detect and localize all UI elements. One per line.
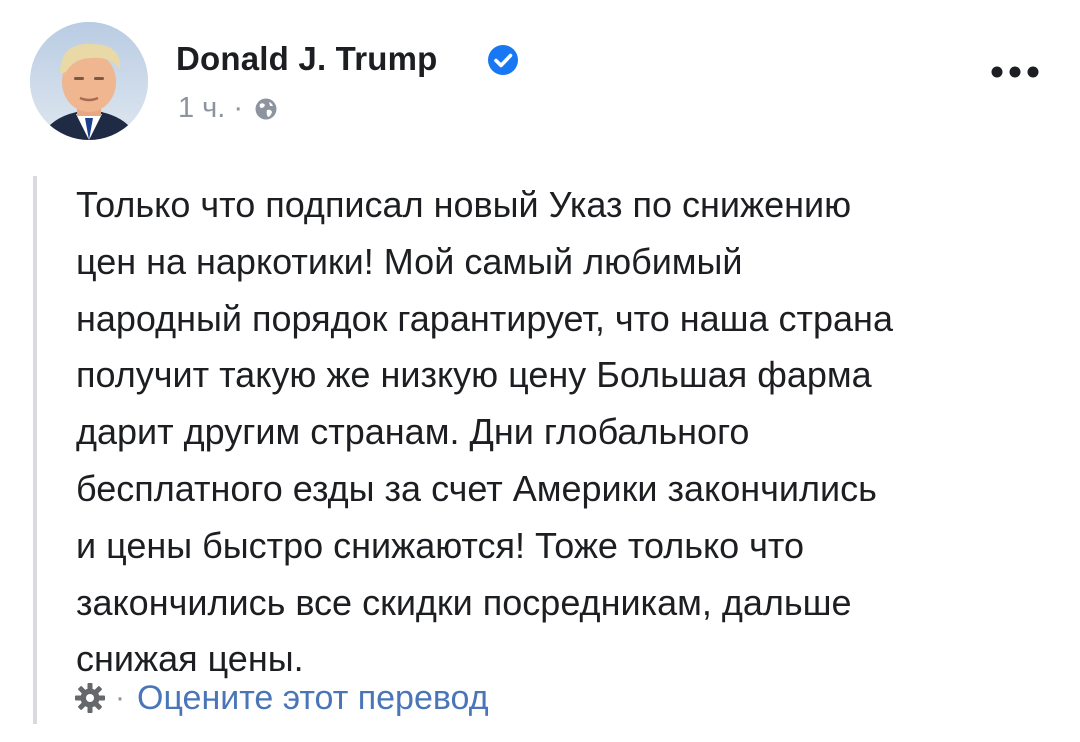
post-header: Donald J. Trump 1 ч. ·: [0, 0, 1080, 160]
rate-translation-link[interactable]: Оцените этот перевод: [137, 679, 489, 718]
translation-quote-bar: [33, 176, 37, 724]
avatar[interactable]: [30, 22, 148, 140]
gear-icon[interactable]: [73, 681, 107, 715]
footer-separator: ·: [115, 681, 125, 714]
more-options-icon[interactable]: [985, 52, 1045, 92]
post-timestamp[interactable]: 1 ч.: [178, 92, 225, 125]
verified-badge-icon: [488, 45, 518, 75]
meta-separator: ·: [233, 92, 244, 124]
author-name[interactable]: Donald J. Trump: [176, 40, 438, 78]
post-meta: 1 ч. ·: [178, 92, 279, 125]
profile-photo: [30, 22, 148, 140]
post-body-text: Только что подписал новый Указ по снижен…: [76, 184, 893, 680]
globe-icon[interactable]: [253, 96, 279, 122]
translation-footer: · Оцените этот перевод: [73, 676, 489, 720]
